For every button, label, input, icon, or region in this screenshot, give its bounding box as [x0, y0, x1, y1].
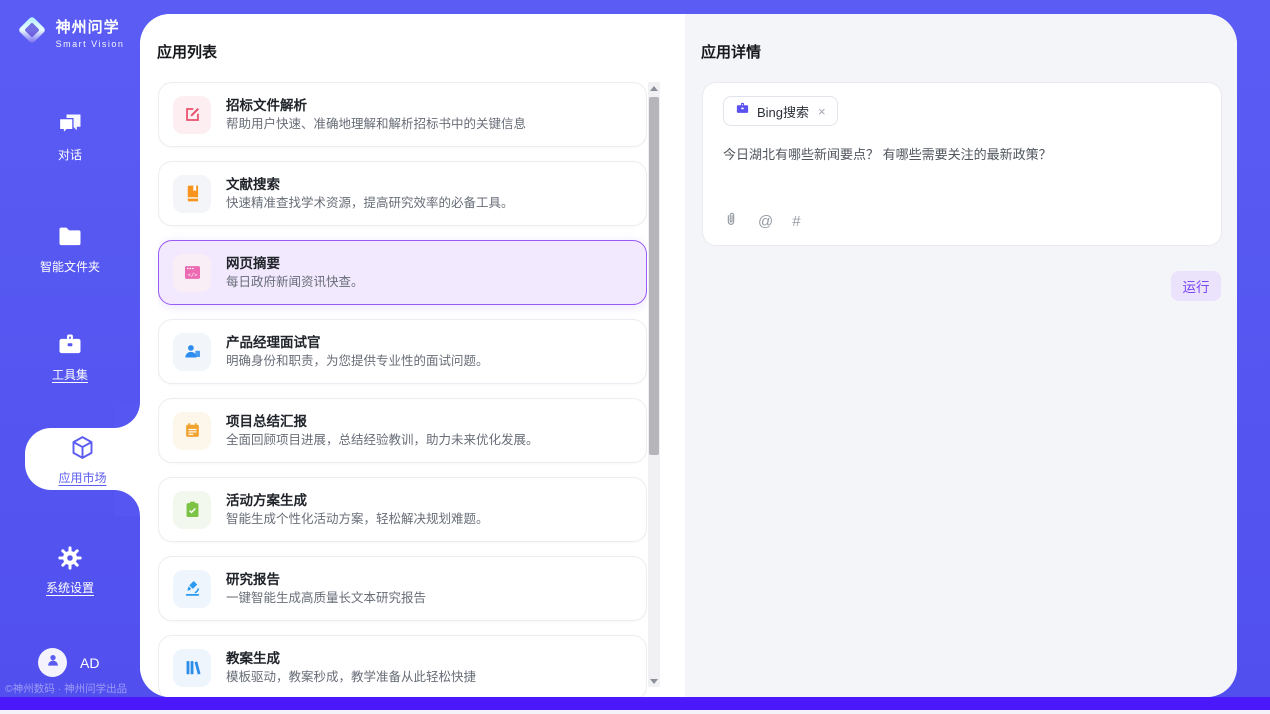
app-desc: 智能生成个性化活动方案，轻松解决规划难题。 — [226, 513, 489, 526]
app-title: 教案生成 — [226, 652, 476, 666]
tool-tag-bing-search[interactable]: Bing搜索 × — [723, 96, 838, 126]
app-desc: 一键智能生成高质量长文本研究报告 — [226, 592, 426, 605]
prompt-card: Bing搜索 × 今日湖北有哪些新闻要点？ 有哪些需要关注的最新政策？ @ # — [702, 82, 1222, 246]
composer-toolbar: @ # — [723, 211, 801, 232]
briefcase-icon — [735, 101, 750, 121]
sidebar-item-toolset[interactable]: 工具集 — [0, 331, 140, 383]
sidebar-item-label: 工具集 — [0, 366, 140, 383]
app-detail-title: 应用详情 — [701, 41, 761, 62]
app-card-research-report[interactable]: 研究报告 一键智能生成高质量长文本研究报告 — [158, 556, 647, 621]
scroll-up-icon[interactable] — [648, 82, 660, 94]
diamond-logo-icon — [16, 14, 48, 51]
clipboard-check-icon — [173, 491, 211, 529]
app-title: 网页摘要 — [226, 257, 364, 271]
app-card-lesson-plan[interactable]: 教案生成 模板驱动，教案秒成，教学准备从此轻松快捷 — [158, 635, 647, 697]
sidebar-item-label: 对话 — [0, 146, 140, 163]
app-desc: 每日政府新闻资讯快查。 — [226, 276, 364, 289]
svg-text:</>: </> — [187, 272, 198, 278]
report-note-icon — [173, 412, 211, 450]
sidebar-item-label: 应用市场 — [25, 469, 140, 486]
brand-name: 神州问学 — [56, 19, 120, 36]
app-title: 产品经理面试官 — [226, 336, 489, 350]
run-button[interactable]: 运行 — [1171, 271, 1221, 301]
user-initials: AD — [80, 655, 99, 671]
tab-curve-bottom — [114, 490, 140, 516]
user-account[interactable]: AD — [38, 648, 99, 677]
app-card-event-plan[interactable]: 活动方案生成 智能生成个性化活动方案，轻松解决规划难题。 — [158, 477, 647, 542]
app-desc: 全面回顾项目进展，总结经验教训，助力未来优化发展。 — [226, 434, 539, 447]
chat-icon — [0, 111, 140, 139]
books-icon — [173, 649, 211, 687]
sidebar-item-chat[interactable]: 对话 — [0, 111, 140, 163]
research-icon — [173, 570, 211, 608]
app-desc: 明确身份和职责，为您提供专业性的面试问题。 — [226, 355, 489, 368]
app-card-web-summary[interactable]: </> 网页摘要 每日政府新闻资讯快查。 — [158, 240, 647, 305]
app-list-title: 应用列表 — [157, 41, 217, 62]
scroll-down-icon[interactable] — [648, 675, 660, 687]
scrollbar-thumb[interactable] — [649, 97, 659, 455]
pen-square-icon — [173, 96, 211, 134]
briefcase-icon — [0, 331, 140, 359]
app-title: 文献搜索 — [226, 178, 514, 192]
sidebar: 神州问学 Smart Vision 对话 智能文件夹 工具集 — [0, 0, 140, 697]
app-list: 招标文件解析 帮助用户快速、准确地理解和解析招标书中的关键信息 文献搜索 快速精… — [158, 82, 647, 697]
app-list-scrollbar[interactable] — [648, 82, 660, 687]
tab-curve-top — [114, 402, 140, 428]
sidebar-item-label: 系统设置 — [0, 579, 140, 596]
app-title: 研究报告 — [226, 573, 426, 587]
hashtag-icon[interactable]: # — [792, 214, 800, 229]
app-logo: 神州问学 Smart Vision — [0, 14, 140, 51]
prompt-input[interactable]: 今日湖北有哪些新闻要点？ 有哪些需要关注的最新政策？ — [723, 145, 1197, 166]
tool-tag-label: Bing搜索 — [757, 102, 809, 121]
paperclip-icon[interactable] — [723, 211, 739, 232]
sidebar-item-smart-folder[interactable]: 智能文件夹 — [0, 223, 140, 275]
book-icon — [173, 175, 211, 213]
mention-icon[interactable]: @ — [758, 214, 773, 229]
sidebar-item-app-market[interactable]: 应用市场 — [25, 428, 140, 490]
main-container: 应用列表 招标文件解析 帮助用户快速、准确地理解和解析招标书中的关键信息 — [140, 14, 1237, 697]
app-title: 活动方案生成 — [226, 494, 489, 508]
cube-icon — [69, 448, 96, 465]
brand-subtitle: Smart Vision — [56, 39, 125, 49]
avatar — [38, 648, 67, 677]
interviewer-icon — [173, 333, 211, 371]
sidebar-item-settings[interactable]: 系统设置 — [0, 544, 140, 596]
app-detail-panel: 应用详情 Bing搜索 × 今日湖北有哪些新闻要点？ 有哪些需要关注的最新政策？ — [685, 14, 1237, 697]
app-card-pm-interviewer[interactable]: 产品经理面试官 明确身份和职责，为您提供专业性的面试问题。 — [158, 319, 647, 384]
app-desc: 快速精准查找学术资源，提高研究效率的必备工具。 — [226, 197, 514, 210]
web-code-icon: </> — [173, 254, 211, 292]
close-icon[interactable]: × — [818, 104, 826, 119]
app-title: 招标文件解析 — [226, 99, 526, 113]
person-icon — [45, 652, 61, 673]
sidebar-item-label: 智能文件夹 — [0, 258, 140, 275]
app-card-literature-search[interactable]: 文献搜索 快速精准查找学术资源，提高研究效率的必备工具。 — [158, 161, 647, 226]
app-desc: 模板驱动，教案秒成，教学准备从此轻松快捷 — [226, 671, 476, 684]
copyright-footer: ©神州数码 · 神州问学出品 — [5, 681, 127, 696]
app-title: 项目总结汇报 — [226, 415, 539, 429]
bottom-accent-bar — [0, 697, 1270, 710]
folder-icon — [0, 223, 140, 251]
gear-icon — [0, 544, 140, 572]
app-card-project-summary[interactable]: 项目总结汇报 全面回顾项目进展，总结经验教训，助力未来优化发展。 — [158, 398, 647, 463]
app-desc: 帮助用户快速、准确地理解和解析招标书中的关键信息 — [226, 118, 526, 131]
app-list-panel: 应用列表 招标文件解析 帮助用户快速、准确地理解和解析招标书中的关键信息 — [140, 14, 685, 697]
app-card-tender-parse[interactable]: 招标文件解析 帮助用户快速、准确地理解和解析招标书中的关键信息 — [158, 82, 647, 147]
